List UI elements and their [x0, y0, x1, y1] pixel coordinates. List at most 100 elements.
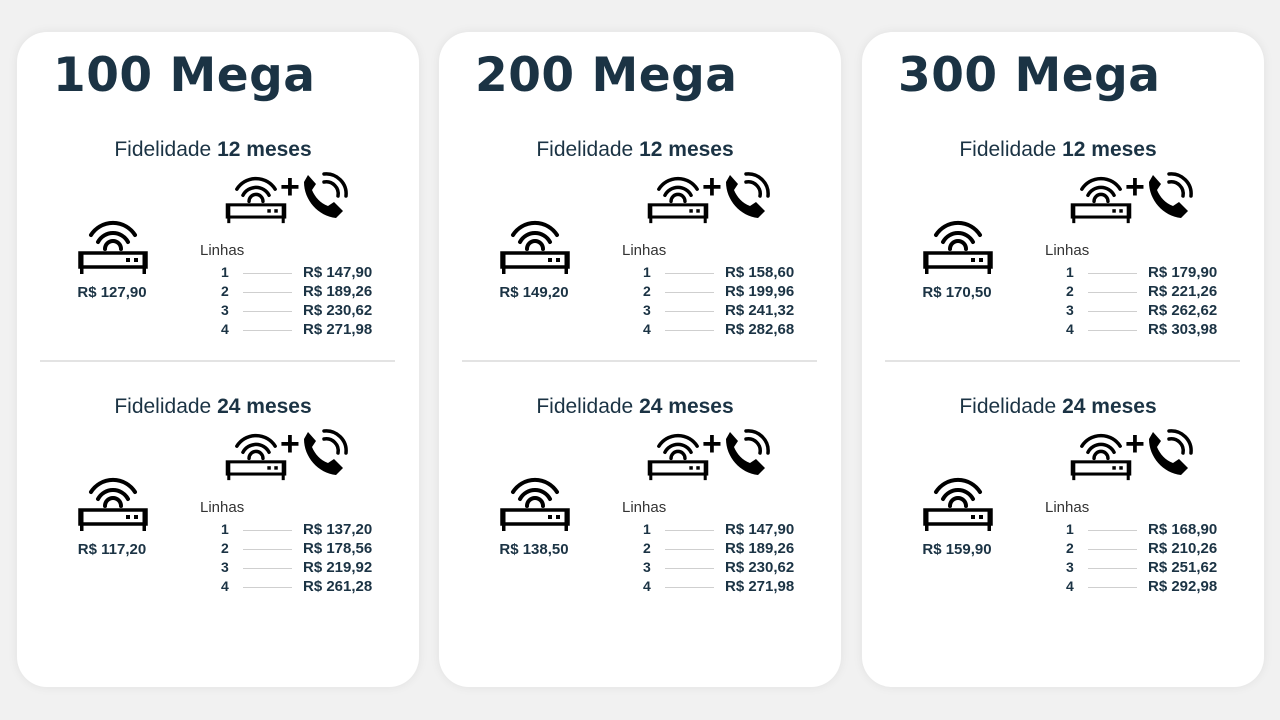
line-price: R$ 179,90: [1148, 264, 1218, 281]
line-separator: [665, 530, 714, 531]
plan-title: 100 Mega: [53, 48, 316, 103]
line-separator: [243, 530, 292, 531]
fidelity-prefix: Fidelidade: [536, 138, 634, 161]
fidelity-section-24: Fidelidade 24 meses R$ 138,50 + Linhas 1…: [439, 395, 841, 625]
solo-price: R$ 138,50: [499, 541, 569, 558]
section-divider: [40, 360, 395, 362]
solo-price: R$ 170,50: [922, 284, 992, 301]
line-separator: [243, 273, 292, 274]
line-price-row: 4 R$ 271,98: [643, 578, 823, 597]
solo-price: R$ 117,20: [77, 541, 147, 558]
line-price-row: 1 R$ 179,90: [1066, 264, 1246, 283]
line-price-row: 2 R$ 199,96: [643, 283, 823, 302]
line-separator: [243, 568, 292, 569]
line-number: 3: [643, 559, 651, 575]
line-separator: [1088, 549, 1137, 550]
line-price: R$ 251,62: [1148, 559, 1218, 576]
fidelity-term: 24 meses: [1062, 395, 1157, 418]
fidelity-title: Fidelidade 24 meses: [17, 395, 409, 419]
fidelity-section-24: Fidelidade 24 meses R$ 117,20 + Linhas 1…: [17, 395, 419, 625]
fidelity-section-12: Fidelidade 12 meses R$ 149,20 + Linhas 1…: [439, 138, 841, 368]
line-price: R$ 292,98: [1148, 578, 1218, 595]
line-price-row: 2 R$ 221,26: [1066, 283, 1246, 302]
fidelity-title: Fidelidade 24 meses: [439, 395, 831, 419]
wifi-router-icon: [923, 220, 993, 274]
line-number: 1: [643, 521, 651, 537]
line-price: R$ 303,98: [1148, 321, 1218, 338]
internet-plus-phone-icon: +: [222, 425, 352, 481]
phone-icon: [726, 429, 770, 475]
line-price-row: 2 R$ 210,26: [1066, 540, 1246, 559]
fidelity-title: Fidelidade 24 meses: [862, 395, 1254, 419]
line-price-row: 3 R$ 241,32: [643, 302, 823, 321]
lines-price-list: 1 R$ 158,60 2 R$ 199,96 3 R$ 241,32 4 R$ 282…: [643, 264, 823, 340]
line-number: 1: [1066, 264, 1074, 280]
internet-plus-phone-icon: +: [644, 425, 774, 481]
line-number: 1: [643, 264, 651, 280]
line-separator: [243, 330, 292, 331]
fidelity-term: 12 meses: [639, 138, 734, 161]
line-price: R$ 230,62: [303, 302, 373, 319]
line-number: 2: [643, 283, 651, 299]
line-separator: [1088, 292, 1137, 293]
phone-icon: [1149, 172, 1193, 218]
line-number: 2: [1066, 283, 1074, 299]
line-price-row: 1 R$ 158,60: [643, 264, 823, 283]
line-price: R$ 147,90: [303, 264, 373, 281]
line-price-row: 4 R$ 292,98: [1066, 578, 1246, 597]
line-price-row: 4 R$ 282,68: [643, 321, 823, 340]
line-separator: [665, 330, 714, 331]
line-separator: [1088, 330, 1137, 331]
line-number: 3: [1066, 302, 1074, 318]
line-separator: [665, 273, 714, 274]
fidelity-prefix: Fidelidade: [114, 138, 212, 161]
line-price-row: 1 R$ 147,90: [221, 264, 401, 283]
line-price: R$ 189,26: [725, 540, 795, 557]
plan-title: 300 Mega: [898, 48, 1161, 103]
line-separator: [1088, 587, 1137, 588]
plan-card-200: 200 Mega Fidelidade 12 meses R$ 149,20 +…: [439, 32, 841, 687]
fidelity-section-12: Fidelidade 12 meses R$ 127,90 + Linhas 1…: [17, 138, 419, 368]
line-separator: [1088, 530, 1137, 531]
line-number: 2: [643, 540, 651, 556]
line-number: 1: [221, 521, 229, 537]
line-price-row: 1 R$ 168,90: [1066, 521, 1246, 540]
line-separator: [665, 549, 714, 550]
wifi-router-icon: [78, 220, 148, 274]
lines-price-list: 1 R$ 147,90 2 R$ 189,26 3 R$ 230,62 4 R$ 271…: [643, 521, 823, 597]
phone-icon: [1149, 429, 1193, 475]
line-price-row: 4 R$ 271,98: [221, 321, 401, 340]
lines-label: Linhas: [200, 499, 245, 516]
line-price: R$ 199,96: [725, 283, 795, 300]
fidelity-term: 12 meses: [217, 138, 312, 161]
line-number: 4: [221, 578, 229, 594]
line-price: R$ 241,32: [725, 302, 795, 319]
line-price-row: 3 R$ 262,62: [1066, 302, 1246, 321]
line-price-row: 4 R$ 303,98: [1066, 321, 1246, 340]
line-separator: [243, 292, 292, 293]
line-separator: [665, 587, 714, 588]
line-separator: [665, 311, 714, 312]
internet-plus-phone-icon: +: [1067, 425, 1197, 481]
phone-icon: [304, 429, 348, 475]
fidelity-term: 24 meses: [217, 395, 312, 418]
line-price-row: 3 R$ 230,62: [643, 559, 823, 578]
fidelity-title: Fidelidade 12 meses: [17, 138, 409, 162]
line-price-row: 4 R$ 261,28: [221, 578, 401, 597]
line-price: R$ 282,68: [725, 321, 795, 338]
line-price-row: 3 R$ 251,62: [1066, 559, 1246, 578]
line-price: R$ 221,26: [1148, 283, 1218, 300]
line-price: R$ 261,28: [303, 578, 373, 595]
fidelity-prefix: Fidelidade: [959, 138, 1057, 161]
line-number: 3: [1066, 559, 1074, 575]
fidelity-term: 12 meses: [1062, 138, 1157, 161]
wifi-router-icon: [78, 477, 148, 531]
fidelity-term: 24 meses: [639, 395, 734, 418]
wifi-router-icon: [500, 477, 570, 531]
line-number: 1: [1066, 521, 1074, 537]
fidelity-section-24: Fidelidade 24 meses R$ 159,90 + Linhas 1…: [862, 395, 1264, 625]
line-separator: [243, 311, 292, 312]
line-price-row: 2 R$ 189,26: [643, 540, 823, 559]
line-price: R$ 137,20: [303, 521, 373, 538]
phone-icon: [726, 172, 770, 218]
